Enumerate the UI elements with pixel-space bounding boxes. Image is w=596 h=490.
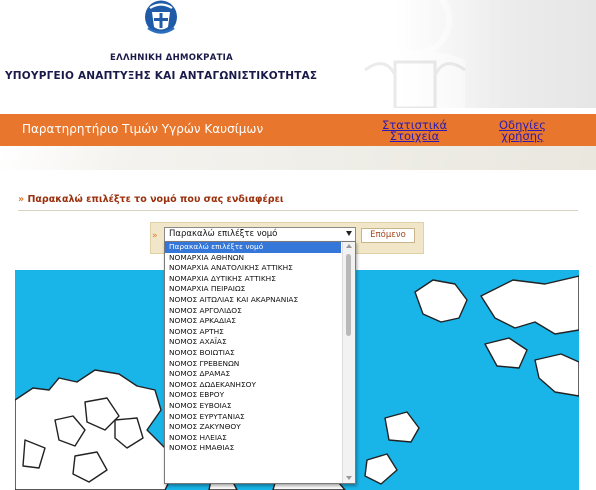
dropdown-option[interactable]: ΝΟΜΟΣ ΗΜΑΘΙΑΣ: [165, 443, 341, 454]
hellenic-emblem-icon: [145, 0, 177, 34]
site-header: ΕΛΛΗΝΙΚΗ ΔΗΜΟΚΡΑΤΙΑ ΥΠΟΥΡΓΕΙΟ ΑΝΑΠΤΥΞΗΣ …: [0, 0, 596, 108]
help-link-line2: χρήσης: [501, 129, 544, 143]
dropdown-options: Παρακαλώ επιλέξτε νομό ΝΟΜΑΡΧΙΑ ΑΘΗΝΩΝ ΝΟΜ…: [165, 242, 355, 454]
dropdown-option[interactable]: ΝΟΜΟΣ ΕΥΡΥΤΑΝΙΑΣ: [165, 412, 341, 423]
prefecture-select[interactable]: Παρακαλώ επιλέξτε νομό: [164, 227, 356, 242]
dropdown-option[interactable]: ΝΟΜΑΡΧΙΑ ΑΘΗΝΩΝ: [165, 253, 341, 264]
scroll-down-icon[interactable]: [346, 476, 352, 480]
dropdown-option[interactable]: ΝΟΜΟΣ ΔΩΔΕΚΑΝΗΣΟΥ: [165, 380, 341, 391]
dropdown-option[interactable]: ΝΟΜΟΣ ΕΥΒΟΙΑΣ: [165, 401, 341, 412]
scroll-up-icon[interactable]: [346, 244, 352, 248]
selector-bullet: »: [152, 231, 158, 241]
divider: [18, 210, 578, 211]
next-button[interactable]: Επόμενο: [361, 228, 415, 243]
statistics-link[interactable]: Στατιστικά Στοιχεία: [382, 119, 447, 143]
government-title: ΕΛΛΗΝΙΚΗ ΔΗΜΟΚΡΑΤΙΑ: [110, 53, 234, 63]
dropdown-option[interactable]: ΝΟΜΟΣ ΓΡΕΒΕΝΩΝ: [165, 359, 341, 370]
dropdown-option[interactable]: ΝΟΜΟΣ ΑΧΑΪΑΣ: [165, 337, 341, 348]
dropdown-option[interactable]: ΝΟΜΟΣ ΕΒΡΟΥ: [165, 390, 341, 401]
dropdown-option[interactable]: ΝΟΜΟΣ ΑΙΤΩΛΙΑΣ ΚΑΙ ΑΚΑΡΝΑΝΙΑΣ: [165, 295, 341, 306]
prefecture-select-value: Παρακαλώ επιλέξτε νομό: [169, 229, 278, 239]
dropdown-option[interactable]: ΝΟΜΟΣ ΖΑΚΥΝΘΟΥ: [165, 422, 341, 433]
dropdown-option[interactable]: Παρακαλώ επιλέξτε νομό: [165, 242, 341, 253]
dropdown-scrollbar[interactable]: [342, 242, 355, 483]
decorative-stripe: [0, 146, 596, 170]
statistics-link-line2: Στοιχεία: [389, 129, 440, 143]
help-link[interactable]: Οδηγίες χρήσης: [499, 119, 546, 143]
prompt-heading: » Παρακαλώ επιλέξτε το νομό που σας ενδι…: [18, 194, 284, 205]
observatory-title: Παρατηρητήριο Τιμών Υγρών Καυσίμων: [22, 122, 264, 136]
dropdown-option[interactable]: ΝΟΜΟΣ ΒΟΙΩΤΙΑΣ: [165, 348, 341, 359]
chevron-down-icon[interactable]: [346, 231, 352, 236]
ministry-title: ΥΠΟΥΡΓΕΙΟ ΑΝΑΠΤΥΞΗΣ ΚΑΙ ΑΝΤΑΓΩΝΙΣΤΙΚΟΤΗΤ…: [5, 70, 318, 82]
prompt-bullet: »: [18, 194, 25, 205]
prompt-text: Παρακαλώ επιλέξτε το νομό που σας ενδιαφ…: [27, 194, 284, 205]
dropdown-option[interactable]: ΝΟΜΑΡΧΙΑ ΠΕΙΡΑΙΩΣ: [165, 284, 341, 295]
dropdown-option[interactable]: ΝΟΜΟΣ ΑΡΤΗΣ: [165, 327, 341, 338]
dropdown-option[interactable]: ΝΟΜΟΣ ΗΛΕΙΑΣ: [165, 433, 341, 444]
dropdown-option[interactable]: ΝΟΜΟΣ ΑΡΚΑΔΙΑΣ: [165, 316, 341, 327]
dropdown-option[interactable]: ΝΟΜΟΣ ΑΡΓΟΛΙΔΟΣ: [165, 306, 341, 317]
dropdown-option[interactable]: ΝΟΜΑΡΧΙΑ ΔΥΤΙΚΗΣ ΑΤΤΙΚΗΣ: [165, 274, 341, 285]
main-navbar: Παρατηρητήριο Τιμών Υγρών Καυσίμων Στατι…: [0, 114, 596, 146]
dropdown-option[interactable]: ΝΟΜΑΡΧΙΑ ΑΝΑΤΟΛΙΚΗΣ ΑΤΤΙΚΗΣ: [165, 263, 341, 274]
watermark-emblem-icon: [364, 0, 466, 108]
prefecture-dropdown-list[interactable]: Παρακαλώ επιλέξτε νομό ΝΟΜΑΡΧΙΑ ΑΘΗΝΩΝ ΝΟΜ…: [164, 241, 356, 484]
scrollbar-thumb[interactable]: [346, 254, 351, 336]
dropdown-option[interactable]: ΝΟΜΟΣ ΔΡΑΜΑΣ: [165, 369, 341, 380]
